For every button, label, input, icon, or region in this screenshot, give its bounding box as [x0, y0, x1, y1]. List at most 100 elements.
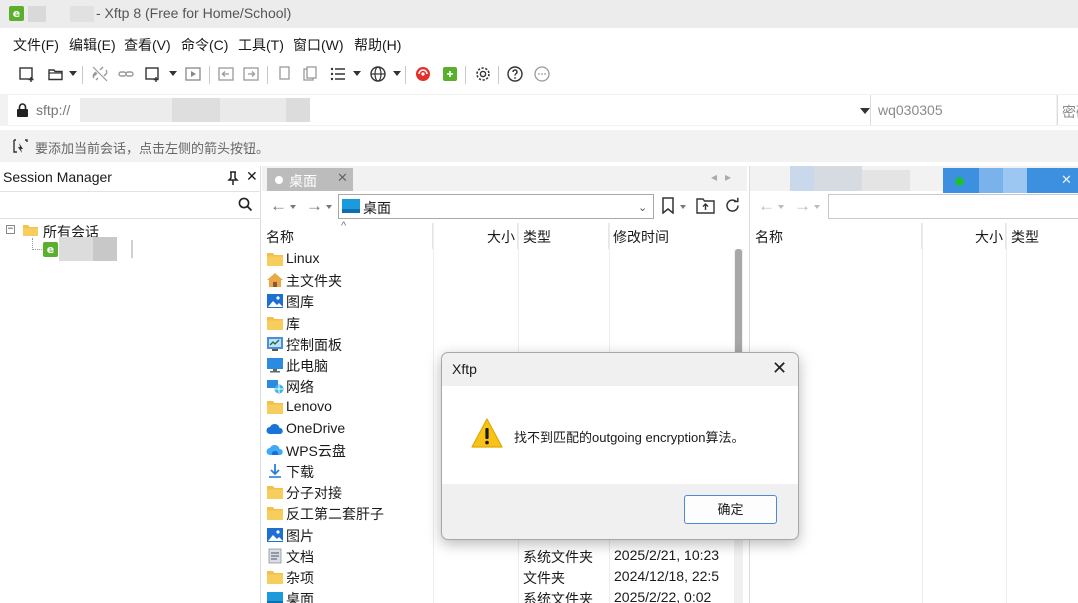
back-arrow-icon[interactable]: ←: [758, 196, 775, 216]
disconnect-icon[interactable]: [89, 63, 111, 85]
tree-collapse-icon[interactable]: −: [6, 225, 15, 234]
new-session-icon[interactable]: [16, 63, 38, 85]
xftp-icon[interactable]: [439, 63, 461, 85]
settings-gear-icon[interactable]: [472, 63, 494, 85]
redacted-block: [790, 166, 814, 191]
column-divider: [922, 223, 923, 603]
xshell-icon[interactable]: [412, 63, 434, 85]
view-dropdown-caret[interactable]: [353, 71, 361, 76]
username-placeholder: wq030305: [878, 102, 943, 118]
encoding-dropdown-caret[interactable]: [393, 71, 401, 76]
menu-window[interactable]: 窗口(W): [293, 35, 344, 55]
file-row[interactable]: 桌面 系统文件夹 2025/2/22, 0:02: [262, 588, 732, 603]
refresh-icon[interactable]: [724, 197, 741, 214]
reconnect-icon[interactable]: [115, 63, 137, 85]
path-dropdown-icon[interactable]: ⌄: [638, 201, 647, 214]
column-size[interactable]: 大小: [433, 223, 518, 249]
session-search-input[interactable]: [0, 191, 261, 219]
control-panel-icon: [266, 336, 284, 352]
local-path-input[interactable]: 桌面 ⌄: [338, 194, 654, 219]
lock-icon: [17, 103, 28, 117]
tab-close-icon[interactable]: ✕: [337, 170, 348, 186]
menu-help[interactable]: 帮助(H): [354, 35, 401, 55]
file-name: 杂项: [286, 570, 314, 586]
download-icon: [266, 463, 284, 479]
dialog-message: 找不到匹配的outgoing encryption算法。: [514, 430, 745, 445]
bookmark-dropdown-caret[interactable]: [680, 205, 686, 209]
copy-icon[interactable]: [273, 63, 295, 85]
forward-arrow-icon[interactable]: →: [306, 196, 323, 216]
chat-icon[interactable]: [531, 63, 553, 85]
column-type-label: 类型: [1011, 229, 1039, 245]
computer-icon: [266, 357, 284, 373]
tab-remote-session[interactable]: ✕: [943, 168, 1078, 193]
password-input[interactable]: 密码: [1057, 95, 1078, 125]
parent-folder-icon[interactable]: [696, 197, 715, 214]
back-arrow-icon[interactable]: ←: [270, 196, 287, 216]
host-address-text: sftp://: [36, 102, 71, 118]
menu-tools[interactable]: 工具(T): [238, 35, 284, 55]
forward-dropdown-caret[interactable]: [814, 205, 820, 209]
password-placeholder: 密码: [1062, 104, 1078, 120]
file-name: 下载: [286, 464, 314, 480]
redacted-block: [59, 237, 93, 261]
remote-path-input[interactable]: [828, 194, 1078, 219]
column-name-label: 名称: [266, 229, 294, 245]
column-name[interactable]: 名称: [750, 223, 922, 249]
new-window-dropdown-caret[interactable]: [169, 71, 177, 76]
file-name: 图库: [286, 294, 314, 311]
menu-view[interactable]: 查看(V): [124, 35, 171, 55]
address-dropdown-caret[interactable]: [860, 108, 870, 114]
file-row[interactable]: 杂项 文件夹 2024/12/18, 22:5: [262, 567, 732, 588]
forward-arrow-icon[interactable]: →: [794, 196, 811, 216]
encoding-globe-icon[interactable]: [367, 63, 389, 85]
column-name[interactable]: 名称 ^: [262, 220, 433, 249]
tab-close-icon[interactable]: ✕: [1061, 172, 1072, 188]
host-address-input[interactable]: sftp://: [8, 95, 870, 125]
transfer-window-icon[interactable]: [182, 63, 204, 85]
file-name: 文档: [286, 548, 314, 565]
open-folder-icon[interactable]: [45, 63, 67, 85]
menu-file[interactable]: 文件(F): [13, 35, 59, 55]
file-row[interactable]: 文档 系统文件夹 2025/2/21, 10:23: [262, 546, 732, 567]
menu-edit[interactable]: 编辑(E): [69, 35, 116, 55]
open-dropdown-caret[interactable]: [69, 71, 77, 76]
new-window-icon[interactable]: [142, 63, 164, 85]
help-icon[interactable]: [504, 63, 526, 85]
session-manager-close-icon[interactable]: ✕: [246, 168, 258, 185]
file-row[interactable]: 库: [262, 313, 732, 334]
add-session-arrow-icon[interactable]: [12, 138, 29, 154]
search-icon[interactable]: [238, 197, 253, 212]
back-dropdown-caret[interactable]: [778, 205, 784, 209]
cloud-icon: [266, 421, 284, 437]
dialog-close-icon[interactable]: ✕: [772, 358, 787, 379]
column-type[interactable]: 类型: [518, 223, 609, 249]
file-row[interactable]: Linux: [262, 249, 732, 270]
pin-icon[interactable]: [227, 171, 239, 185]
local-column-header: 名称 ^ 大小 类型 修改时间: [262, 220, 747, 249]
paste-icon[interactable]: [299, 63, 321, 85]
tab-scroll-arrows[interactable]: ◂▸: [711, 170, 739, 184]
redacted-block: [28, 6, 46, 22]
forward-dropdown-caret[interactable]: [326, 205, 332, 209]
bookmark-icon[interactable]: [661, 197, 675, 214]
file-name: 主文件夹: [286, 273, 342, 290]
list-view-icon[interactable]: [327, 63, 349, 85]
ok-button[interactable]: 确定: [684, 495, 777, 524]
username-input[interactable]: wq030305: [870, 95, 1056, 125]
go-left-icon[interactable]: [215, 63, 237, 85]
back-dropdown-caret[interactable]: [290, 205, 296, 209]
column-name-label: 名称: [755, 229, 783, 245]
column-size[interactable]: 大小: [922, 223, 1006, 249]
session-manager-panel: Session Manager ✕ − 所有会话 e: [0, 166, 261, 603]
file-row[interactable]: 图库: [262, 291, 732, 312]
file-row[interactable]: 主文件夹: [262, 270, 732, 291]
column-type[interactable]: 类型: [1006, 223, 1078, 249]
hint-bar: 要添加当前会话，点击左侧的箭头按钮。: [0, 130, 1078, 162]
session-xftp-icon[interactable]: e: [43, 242, 58, 257]
redacted-block: [814, 166, 862, 191]
documents-icon: [266, 548, 284, 564]
menu-command[interactable]: 命令(C): [181, 35, 228, 55]
column-modified[interactable]: 修改时间: [609, 223, 733, 249]
go-right-icon[interactable]: [240, 63, 262, 85]
